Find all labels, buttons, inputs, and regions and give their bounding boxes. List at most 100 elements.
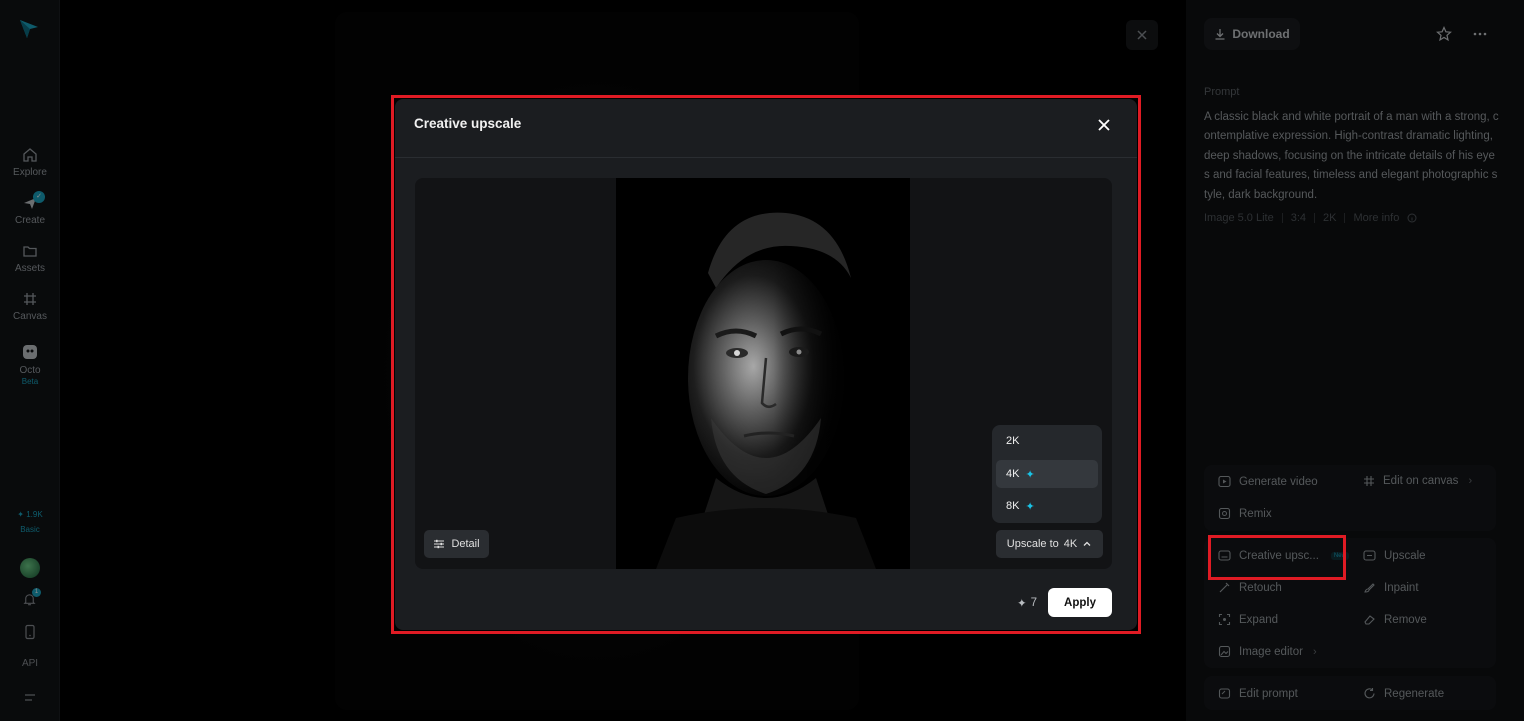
retouch-label: Retouch xyxy=(1239,581,1282,594)
eraser-icon xyxy=(1364,615,1375,625)
video-icon xyxy=(1218,475,1231,488)
generate-video-button[interactable]: Generate video xyxy=(1218,475,1318,488)
prompt-heading: Prompt xyxy=(1204,86,1240,98)
nav-item-create[interactable]: ✓ Create xyxy=(0,191,60,226)
credits-value: 1.9K xyxy=(26,510,43,519)
annotation-highlight-creative-upscale xyxy=(1208,535,1346,580)
creative-upscale-modal: Creative upscale Detail 2K 4K ✦ 8K ✦ Ups… xyxy=(395,99,1137,630)
octo-icon xyxy=(23,345,37,359)
sliders-icon xyxy=(434,539,445,549)
beta-tag: Beta xyxy=(21,377,39,386)
expand-icon xyxy=(1218,613,1231,626)
inpaint-button[interactable]: Inpaint xyxy=(1363,581,1419,594)
image-editor-button[interactable]: Image editor › xyxy=(1218,645,1317,658)
regenerate-icon xyxy=(1364,688,1375,699)
image-editor-label: Image editor xyxy=(1239,645,1303,658)
credit-cost: ✦ 7 xyxy=(1017,596,1037,610)
download-button[interactable]: Download xyxy=(1204,18,1300,50)
remix-label: Remix xyxy=(1239,507,1272,520)
upscale-button[interactable]: Upscale xyxy=(1363,549,1426,562)
more-info-link[interactable]: More info xyxy=(1353,212,1399,224)
inpaint-label: Inpaint xyxy=(1384,581,1419,594)
upscale-prefix-label: Upscale to xyxy=(1006,538,1059,550)
resolution-option-label: 4K xyxy=(1006,468,1020,480)
nav-label-assets: Assets xyxy=(14,263,45,274)
resolution-option-2k[interactable]: 2K xyxy=(996,427,1098,455)
canvas-icon xyxy=(24,293,36,305)
nav-item-canvas[interactable]: Canvas xyxy=(0,291,60,322)
image-editor-icon xyxy=(1218,645,1231,658)
regenerate-label: Regenerate xyxy=(1384,687,1445,700)
avatar[interactable] xyxy=(20,558,40,578)
upscale-resolution-select[interactable]: Upscale to 4K xyxy=(996,530,1103,558)
mobile-app-button[interactable] xyxy=(23,624,37,645)
upscale-preview-area: Detail 2K 4K ✦ 8K ✦ Upscale to 4K xyxy=(415,178,1112,569)
home-icon xyxy=(23,148,37,162)
divider xyxy=(1281,213,1283,223)
chevron-right-icon: › xyxy=(1468,475,1473,487)
remix-button[interactable]: Remix xyxy=(1218,507,1272,520)
nav-label-explore: Explore xyxy=(13,167,47,178)
chevron-up-icon xyxy=(1083,541,1091,546)
premium-sparkle-icon: ✦ xyxy=(1025,500,1035,513)
chevron-right-icon: › xyxy=(1312,645,1317,658)
close-icon xyxy=(1137,30,1147,40)
resolution-option-8k[interactable]: 8K ✦ xyxy=(996,492,1098,520)
modal-divider xyxy=(395,157,1137,158)
more-options-icon[interactable] xyxy=(1472,26,1488,42)
menu-icon xyxy=(25,694,35,701)
resolution-option-label: 8K xyxy=(1006,500,1020,512)
credit-cost-value: 7 xyxy=(1030,597,1038,609)
info-icon xyxy=(1407,213,1417,223)
modal-close-icon[interactable] xyxy=(1095,116,1113,134)
credits-display[interactable]: ✦ 1.9K Basic xyxy=(0,510,60,534)
phone-icon xyxy=(25,624,35,640)
favorite-star-icon[interactable] xyxy=(1436,26,1452,42)
nav-item-octo[interactable]: Octo Beta xyxy=(0,343,60,386)
left-nav-rail: Explore ✓ Create Assets Canvas Octo Beta… xyxy=(0,0,60,721)
inpaint-brush-icon xyxy=(1364,583,1375,593)
apply-button[interactable]: Apply xyxy=(1048,588,1112,617)
edit-prompt-icon xyxy=(1218,688,1231,699)
resolution-dropdown-menu: 2K 4K ✦ 8K ✦ xyxy=(992,425,1102,523)
sparkle-icon: ✦ xyxy=(1017,598,1027,610)
notifications-button[interactable]: 1 xyxy=(22,588,41,612)
plan-label: Basic xyxy=(20,525,40,534)
resolution-option-4k[interactable]: 4K ✦ xyxy=(996,460,1098,488)
retouch-button[interactable]: Retouch xyxy=(1218,581,1282,594)
app-logo-icon[interactable] xyxy=(18,18,40,40)
divider xyxy=(1314,213,1316,223)
remove-button[interactable]: Remove xyxy=(1363,613,1427,626)
modal-title: Creative upscale xyxy=(414,116,522,131)
remove-label: Remove xyxy=(1384,613,1427,626)
upscale-icon xyxy=(1363,550,1376,561)
prompt-text: A classic black and white portrait of a … xyxy=(1204,111,1499,201)
actions-group-prompt: Edit prompt Regenerate xyxy=(1204,676,1496,710)
api-link[interactable]: API xyxy=(0,658,60,669)
edit-prompt-label: Edit prompt xyxy=(1239,687,1298,700)
meta-model: Image 5.0 Lite xyxy=(1204,212,1274,224)
expand-button[interactable]: Expand xyxy=(1218,613,1278,626)
nav-item-explore[interactable]: Explore xyxy=(0,147,60,178)
viewer-close-button[interactable] xyxy=(1126,20,1158,50)
edit-on-canvas-button[interactable]: Edit on canvas › xyxy=(1363,475,1472,487)
generate-video-label: Generate video xyxy=(1239,475,1318,488)
nav-item-assets[interactable]: Assets xyxy=(0,243,60,274)
image-meta-row: Image 5.0 Lite 3:4 2K More info xyxy=(1204,212,1417,224)
detail-settings-button[interactable]: Detail xyxy=(424,530,489,558)
regenerate-button[interactable]: Regenerate xyxy=(1363,687,1444,700)
download-icon xyxy=(1215,29,1225,40)
resolution-option-label: 2K xyxy=(1006,435,1020,447)
notification-count-badge: 1 xyxy=(32,588,41,597)
menu-button[interactable] xyxy=(23,690,37,708)
portrait-preview-image xyxy=(616,178,910,569)
edit-prompt-button[interactable]: Edit prompt xyxy=(1218,687,1298,700)
nav-label-canvas: Canvas xyxy=(13,311,47,322)
upscale-label: Upscale xyxy=(1384,549,1426,562)
retouch-icon xyxy=(1219,582,1230,593)
canvas-icon xyxy=(1364,476,1374,486)
details-panel: Download Prompt A classic black and whit… xyxy=(1186,0,1524,721)
meta-ratio: 3:4 xyxy=(1290,212,1307,224)
upscale-selected-value: 4K xyxy=(1063,538,1078,550)
divider xyxy=(1344,213,1346,223)
